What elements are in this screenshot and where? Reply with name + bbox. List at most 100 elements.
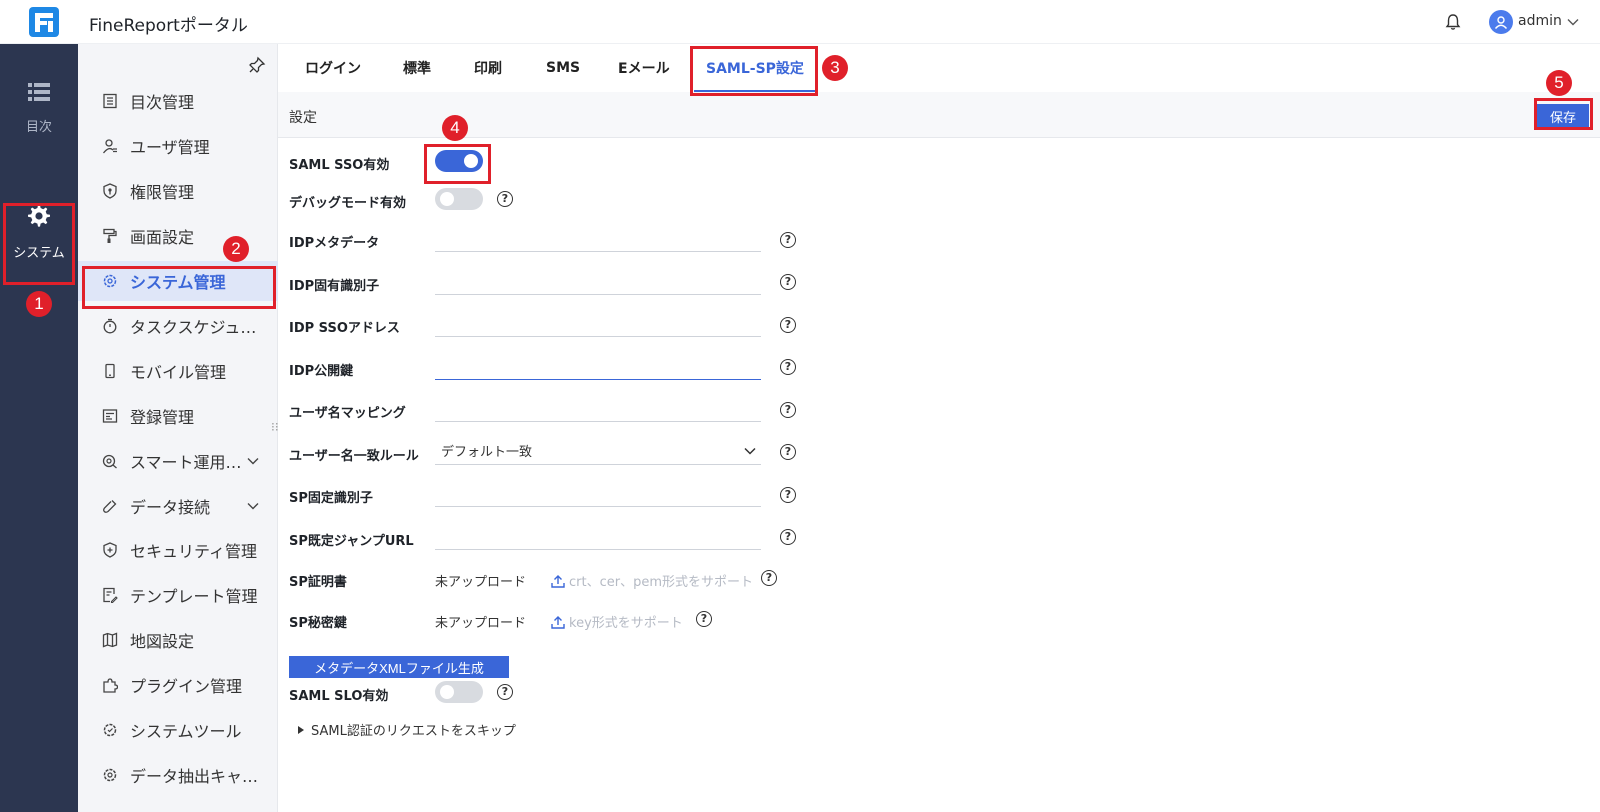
saml-slo-label: SAML SLO有効 xyxy=(289,689,389,704)
sp-certificate-label: SP証明書 xyxy=(289,575,347,590)
annotation-badge-4: 4 xyxy=(442,115,468,141)
sidebar-item-data-connection[interactable]: データ接続 xyxy=(78,486,278,526)
debug-mode-toggle[interactable] xyxy=(435,188,483,210)
help-icon[interactable]: ? xyxy=(780,274,796,290)
sidebar-item-template[interactable]: テンプレート管理 xyxy=(78,575,278,615)
help-icon[interactable]: ? xyxy=(497,684,513,700)
map-icon xyxy=(102,632,118,648)
rail-item-directory[interactable]: 目次 xyxy=(0,82,78,135)
sidebar-item-label: データ抽出キャッ… xyxy=(130,767,272,786)
tool-icon xyxy=(103,723,117,737)
chevron-down-icon[interactable] xyxy=(1566,15,1580,29)
idp-sso-address-field[interactable] xyxy=(435,311,761,337)
plugin-icon xyxy=(103,678,118,693)
sidebar-item-mobile[interactable]: モバイル管理 xyxy=(78,351,278,391)
help-icon[interactable]: ? xyxy=(780,487,796,503)
annotation-highlight-5 xyxy=(1534,98,1593,130)
chevron-down-icon xyxy=(744,447,756,455)
upload-icon xyxy=(551,615,565,629)
sidebar-item-label: 画面設定 xyxy=(130,228,195,247)
sp-private-key-hint: key形式をサポート xyxy=(569,616,683,631)
sidebar-item-user[interactable]: ユーザ管理 xyxy=(78,126,278,166)
sidebar-item-label: セキュリティ管理 xyxy=(130,542,258,561)
username-mapping-label: ユーザ名マッピング xyxy=(289,406,406,421)
sp-identifier-label: SP固定識別子 xyxy=(289,491,373,506)
debug-mode-label: デバッグモード有効 xyxy=(289,196,407,211)
bell-icon[interactable] xyxy=(1443,12,1463,32)
sidebar-item-system-tools[interactable]: システムツール xyxy=(78,710,278,750)
help-icon[interactable]: ? xyxy=(780,444,796,460)
help-icon[interactable]: ? xyxy=(780,402,796,418)
tab-standard[interactable]: 標準 xyxy=(403,44,431,92)
sidebar-item-map[interactable]: 地図設定 xyxy=(78,620,278,660)
sp-jump-url-field[interactable] xyxy=(435,524,761,550)
tab-email[interactable]: Eメール xyxy=(618,44,670,92)
skip-saml-request-label: SAML認証のリクエストをスキップ xyxy=(311,724,516,739)
cache-icon xyxy=(103,768,117,782)
idp-identifier-field[interactable] xyxy=(435,269,761,295)
sp-identifier-field[interactable] xyxy=(435,481,761,507)
annotation-badge-2: 2 xyxy=(223,236,249,262)
sidebar-item-task-scheduler[interactable]: タスクスケジューラ xyxy=(78,306,278,346)
generate-metadata-xml-button[interactable]: メタデータXMLファイル生成 xyxy=(289,656,509,678)
sidebar-item-security[interactable]: セキュリティ管理 xyxy=(78,530,278,570)
avatar[interactable] xyxy=(1489,10,1513,34)
help-icon[interactable]: ? xyxy=(497,191,513,207)
idp-public-key-label: IDP公開鍵 xyxy=(289,364,354,379)
idp-metadata-field[interactable] xyxy=(435,226,761,252)
chevron-down-icon[interactable] xyxy=(246,499,260,513)
idp-metadata-label: IDPメタデータ xyxy=(289,236,380,251)
finereport-logo xyxy=(29,7,59,37)
annotation-highlight-2 xyxy=(82,266,276,309)
caret-right-icon xyxy=(298,725,304,734)
tab-login[interactable]: ログイン xyxy=(305,44,361,92)
sp-private-key-upload[interactable]: key形式をサポート xyxy=(551,612,683,631)
annotation-badge-1: 1 xyxy=(26,291,52,317)
template-icon xyxy=(103,587,118,603)
sidebar-item-label: データ接続 xyxy=(130,498,211,517)
sp-jump-url-label: SP既定ジャンプURL xyxy=(289,534,414,549)
timer-icon xyxy=(103,318,117,334)
sidebar-item-plugin[interactable]: プラグイン管理 xyxy=(78,665,278,705)
user-name[interactable]: admin xyxy=(1518,13,1562,29)
tab-sms[interactable]: SMS xyxy=(546,44,580,92)
annotation-badge-3: 3 xyxy=(822,55,848,81)
sidebar-item-permission[interactable]: 権限管理 xyxy=(78,171,278,211)
help-icon[interactable]: ? xyxy=(780,232,796,248)
sidebar-item-label: タスクスケジューラ xyxy=(130,318,272,337)
idp-public-key-field[interactable] xyxy=(435,354,761,380)
pin-icon[interactable] xyxy=(248,56,266,74)
help-icon[interactable]: ? xyxy=(780,529,796,545)
toggle-knob xyxy=(440,192,454,206)
username-mapping-field[interactable] xyxy=(435,396,761,422)
help-icon[interactable]: ? xyxy=(780,317,796,333)
app-title: FineReportポータル xyxy=(89,16,248,36)
section-header: 設定 保存 xyxy=(278,92,1600,138)
username-rule-select[interactable]: デフォルト一致 xyxy=(435,437,761,465)
sidebar-item-label: スマート運用… xyxy=(130,453,242,472)
chevron-down-icon[interactable] xyxy=(246,454,260,468)
help-icon[interactable]: ? xyxy=(761,570,777,586)
saml-sso-label: SAML SSO有効 xyxy=(289,158,390,173)
sidebar-item-label: テンプレート管理 xyxy=(130,587,258,606)
user-avatar-icon xyxy=(1494,16,1508,29)
smart-ops-icon xyxy=(102,454,117,469)
register-icon xyxy=(102,409,118,423)
sidebar-item-label: システムツール xyxy=(130,722,242,741)
upload-icon xyxy=(551,574,565,588)
sidebar-item-directory[interactable]: 目次管理 xyxy=(78,81,278,121)
primary-nav-rail: 目次 システム xyxy=(0,44,78,812)
sidebar-item-data-extract-cache[interactable]: データ抽出キャッ… xyxy=(78,755,278,795)
link-icon xyxy=(103,500,117,513)
sidebar-item-smart-ops[interactable]: スマート運用… xyxy=(78,441,278,481)
help-icon[interactable]: ? xyxy=(696,611,712,627)
paint-roller-icon xyxy=(103,228,117,243)
help-icon[interactable]: ? xyxy=(780,359,796,375)
sidebar-item-registration[interactable]: 登録管理 xyxy=(78,396,278,436)
saml-slo-toggle[interactable] xyxy=(435,681,483,703)
skip-saml-request-expander[interactable]: SAML認証のリクエストをスキップ xyxy=(298,720,516,739)
sidebar-item-label: モバイル管理 xyxy=(130,363,227,382)
tab-print[interactable]: 印刷 xyxy=(474,44,502,92)
sp-private-key-status: 未アップロード xyxy=(435,616,527,631)
sp-certificate-upload[interactable]: crt、cer、pem形式をサポート xyxy=(551,571,753,590)
